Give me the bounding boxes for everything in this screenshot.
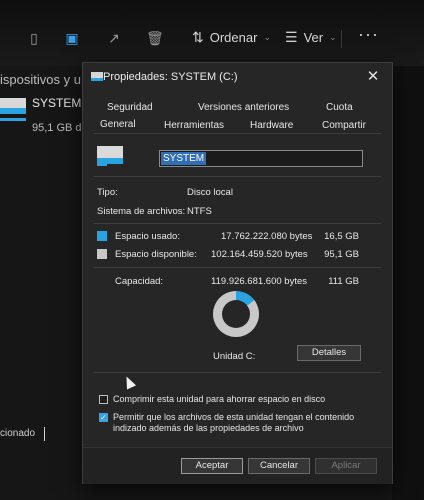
accept-button[interactable]: Aceptar (181, 458, 243, 474)
unit-label: Unidad C: (213, 351, 256, 362)
volume-name-selection: SYSTEM (161, 152, 207, 165)
devices-section-header: ispositivos y u (0, 72, 81, 87)
divider (93, 176, 381, 177)
chevron-down-icon: ⌄ (329, 32, 337, 42)
capacity-gb: 111 GB (328, 276, 359, 287)
tab-security[interactable]: Seguridad (107, 102, 153, 113)
sort-icon: ⇅ (192, 29, 204, 45)
used-space-label: Espacio usado: (115, 231, 180, 242)
tab-tools[interactable]: Herramientas (164, 120, 224, 131)
details-button[interactable]: Detalles (297, 345, 361, 361)
more-options-icon[interactable]: ··· (358, 24, 379, 45)
tab-quota[interactable]: Cuota (326, 102, 353, 113)
sort-label: Ordenar (209, 30, 258, 45)
compress-checkbox[interactable] (99, 395, 108, 404)
delete-icon[interactable]: 🗑 (146, 30, 164, 46)
view-icon: ☰ (285, 29, 298, 45)
donut-center (222, 300, 250, 328)
view-label: Ver (303, 30, 324, 45)
free-space-gb: 95,1 GB (324, 249, 359, 260)
view-button[interactable]: ☰ Ver ⌄ (285, 29, 337, 46)
share-icon[interactable]: ↗ (106, 30, 122, 46)
tab-hardware[interactable]: Hardware (250, 120, 293, 131)
drive-name: SYSTEM ( (32, 96, 89, 110)
drive-icon (0, 98, 26, 116)
rename-icon[interactable]: ▣ (64, 30, 80, 46)
free-space-swatch (97, 249, 107, 259)
divider (93, 267, 381, 268)
type-value: Disco local (187, 187, 233, 198)
index-checkbox[interactable]: ✓ (99, 413, 108, 422)
capacity-bytes: 119.926.681.600 bytes (211, 276, 307, 287)
drive-tile-system[interactable]: SYSTEM ( 95,1 GB di (0, 94, 89, 142)
tab-previous-versions[interactable]: Versiones anteriores (198, 102, 289, 113)
toolbar-divider (341, 30, 342, 48)
free-space-label: Espacio disponible: (115, 249, 197, 260)
drive-icon (97, 146, 123, 168)
tab-share[interactable]: Compartir (322, 120, 366, 131)
close-icon[interactable]: ✕ (363, 67, 383, 87)
explorer-toolbar: ▯ ▣ ↗ 🗑 ⇅ Ordenar ⌄ ☰ Ver ⌄ ··· (0, 0, 424, 66)
properties-dialog: Propiedades: SYSTEM (C:) ✕ Seguridad Ver… (82, 62, 393, 484)
filesystem-label: Sistema de archivos: (97, 206, 186, 217)
drive-free-space: 95,1 GB di (32, 122, 84, 134)
status-bar-text: cionado (0, 428, 36, 439)
drive-icon (91, 72, 103, 82)
cancel-button[interactable]: Cancelar (248, 458, 310, 474)
dialog-titlebar[interactable]: Propiedades: SYSTEM (C:) ✕ (83, 63, 392, 93)
filesystem-value: NTFS (187, 206, 212, 217)
sort-button[interactable]: ⇅ Ordenar ⌄ (192, 29, 271, 46)
drive-usage-bar (0, 118, 26, 121)
status-divider (44, 427, 45, 441)
free-space-bytes: 102.164.459.520 bytes (211, 249, 308, 260)
used-space-swatch (97, 231, 107, 241)
capacity-label: Capacidad: (115, 276, 164, 287)
apply-button[interactable]: Aplicar (315, 458, 377, 474)
compress-label: Comprimir esta unidad para ahorrar espac… (113, 394, 326, 404)
type-label: Tipo: (97, 187, 118, 198)
divider (93, 372, 381, 373)
tab-general[interactable]: General (100, 119, 136, 130)
used-space-bytes: 17.762.222.080 bytes (221, 231, 313, 242)
divider (93, 223, 381, 224)
explorer-right-edge (392, 66, 424, 500)
copy-icon[interactable]: ▯ (26, 30, 42, 46)
used-space-gb: 16,5 GB (324, 231, 359, 242)
index-label: Permitir que los archivos de esta unidad… (113, 412, 355, 433)
dialog-title: Propiedades: SYSTEM (C:) (103, 71, 238, 83)
chevron-down-icon: ⌄ (263, 32, 271, 42)
